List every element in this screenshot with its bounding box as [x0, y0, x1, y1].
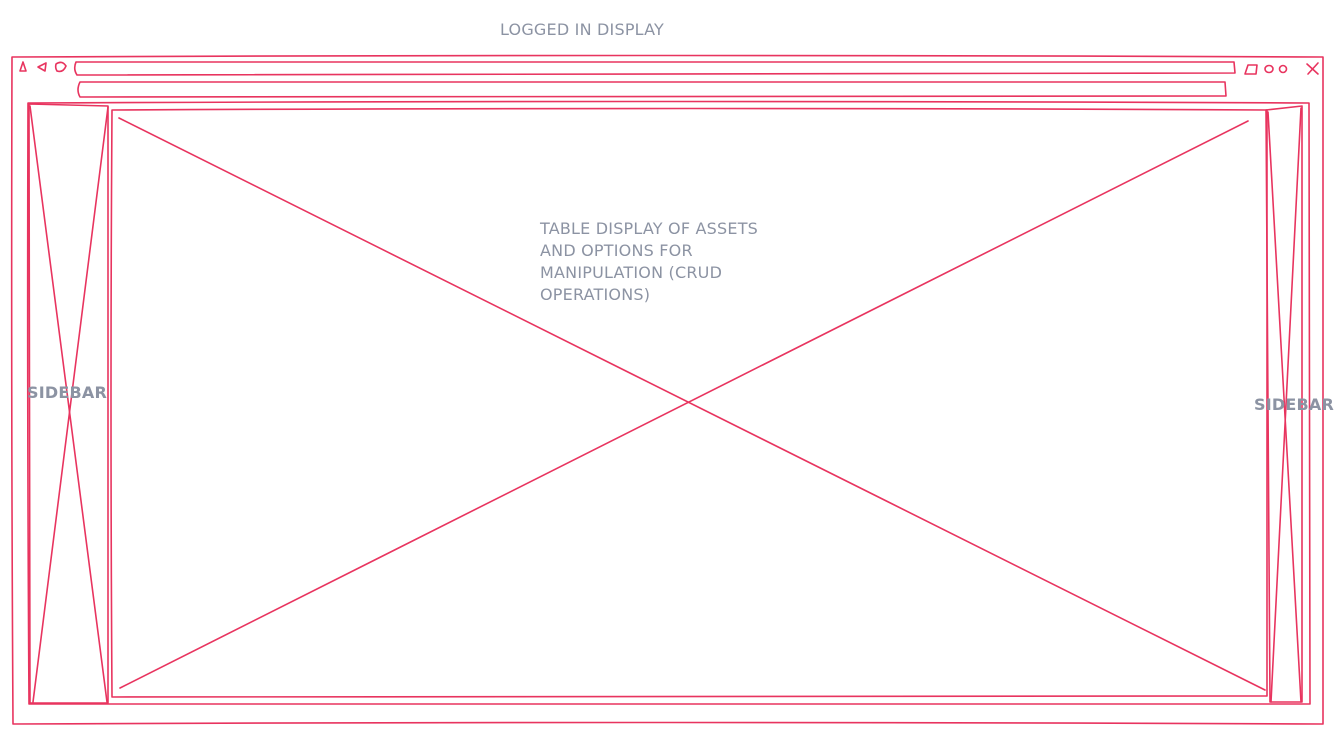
content-frame [26, 100, 1311, 705]
back-icon[interactable] [19, 61, 27, 72]
address-bar[interactable] [73, 60, 1236, 76]
left-sidebar-cross-b [32, 106, 109, 703]
left-sidebar-label: SIDEBAR [27, 383, 107, 402]
minimize-icon[interactable] [1264, 64, 1274, 74]
wireframe-canvas [10, 54, 1324, 725]
forward-icon[interactable] [37, 62, 47, 72]
main-panel-cross-a [118, 117, 1266, 691]
main-panel-label: TABLE DISPLAY OF ASSETS AND OPTIONS FOR … [540, 219, 759, 304]
page-title: LOGGED IN DISPLAY [500, 20, 665, 39]
right-sidebar-label: SIDEBAR [1254, 395, 1334, 414]
main-panel-cross-b [119, 120, 1249, 689]
left-sidebar-cross-a [29, 105, 108, 703]
close-icon[interactable] [1306, 62, 1319, 75]
reload-icon[interactable] [54, 61, 67, 73]
browser-window-frame [10, 54, 1324, 725]
maximize-icon[interactable] [1278, 64, 1288, 74]
bookmarks-bar[interactable] [77, 80, 1227, 98]
tab-shape-icon[interactable] [1244, 64, 1258, 75]
